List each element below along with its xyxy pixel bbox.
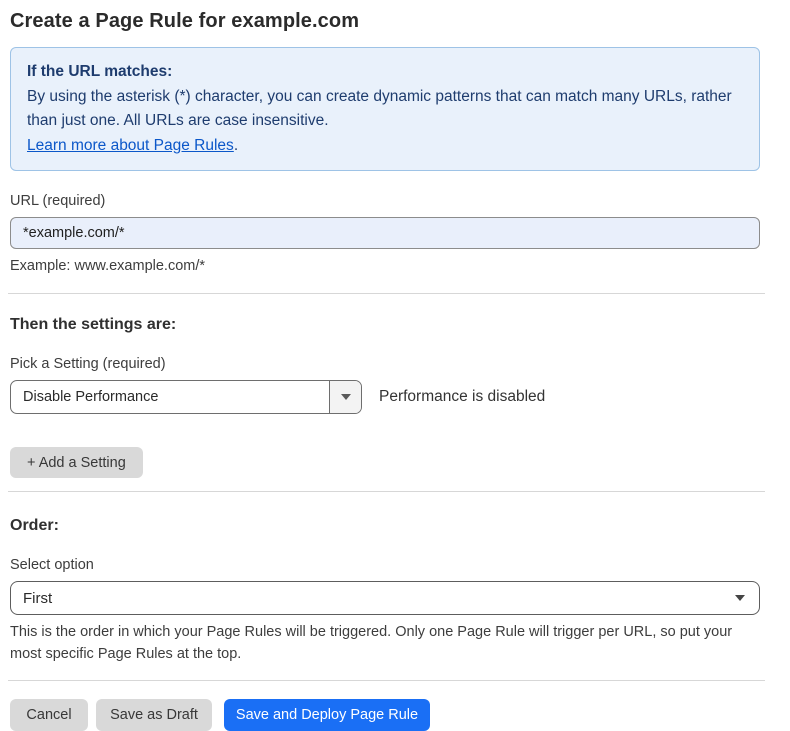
add-setting-button[interactable]: + Add a Setting	[10, 447, 143, 478]
setting-row: Disable Performance Performance is disab…	[10, 380, 760, 414]
url-matches-info-box: If the URL matches: By using the asteris…	[10, 47, 760, 171]
order-select-label: Select option	[10, 557, 760, 573]
action-button-row: Cancel Save as Draft Save and Deploy Pag…	[10, 699, 760, 731]
setting-select-value: Disable Performance	[11, 381, 329, 413]
order-select[interactable]: First	[10, 581, 760, 615]
order-section-heading: Order:	[10, 517, 760, 535]
url-input[interactable]	[10, 217, 760, 249]
link-suffix: .	[234, 137, 238, 154]
url-example-helper: Example: www.example.com/*	[10, 256, 760, 277]
info-box-link-line: Learn more about Page Rules.	[27, 134, 743, 159]
divider	[8, 293, 765, 294]
info-box-heading: If the URL matches:	[27, 60, 743, 85]
cancel-button[interactable]: Cancel	[10, 699, 88, 731]
save-and-deploy-button[interactable]: Save and Deploy Page Rule	[224, 699, 430, 731]
url-field-label: URL (required)	[10, 193, 760, 209]
divider	[8, 680, 765, 681]
info-box-body: By using the asterisk (*) character, you…	[27, 85, 743, 134]
learn-more-link[interactable]: Learn more about Page Rules	[27, 137, 234, 154]
save-as-draft-button[interactable]: Save as Draft	[96, 699, 212, 731]
order-select-value: First	[23, 590, 52, 607]
order-helper-text: This is the order in which your Page Rul…	[10, 621, 755, 665]
divider	[8, 491, 765, 492]
pick-setting-label: Pick a Setting (required)	[10, 356, 760, 372]
chevron-down-icon	[735, 595, 745, 601]
setting-status-text: Performance is disabled	[379, 388, 545, 406]
page-title: Create a Page Rule for example.com	[10, 10, 760, 33]
setting-select[interactable]: Disable Performance	[10, 380, 362, 414]
chevron-down-icon	[341, 394, 351, 400]
settings-section-heading: Then the settings are:	[10, 316, 760, 334]
create-page-rule-form: Create a Page Rule for example.com If th…	[0, 0, 790, 714]
setting-select-arrow-button[interactable]	[329, 381, 361, 413]
